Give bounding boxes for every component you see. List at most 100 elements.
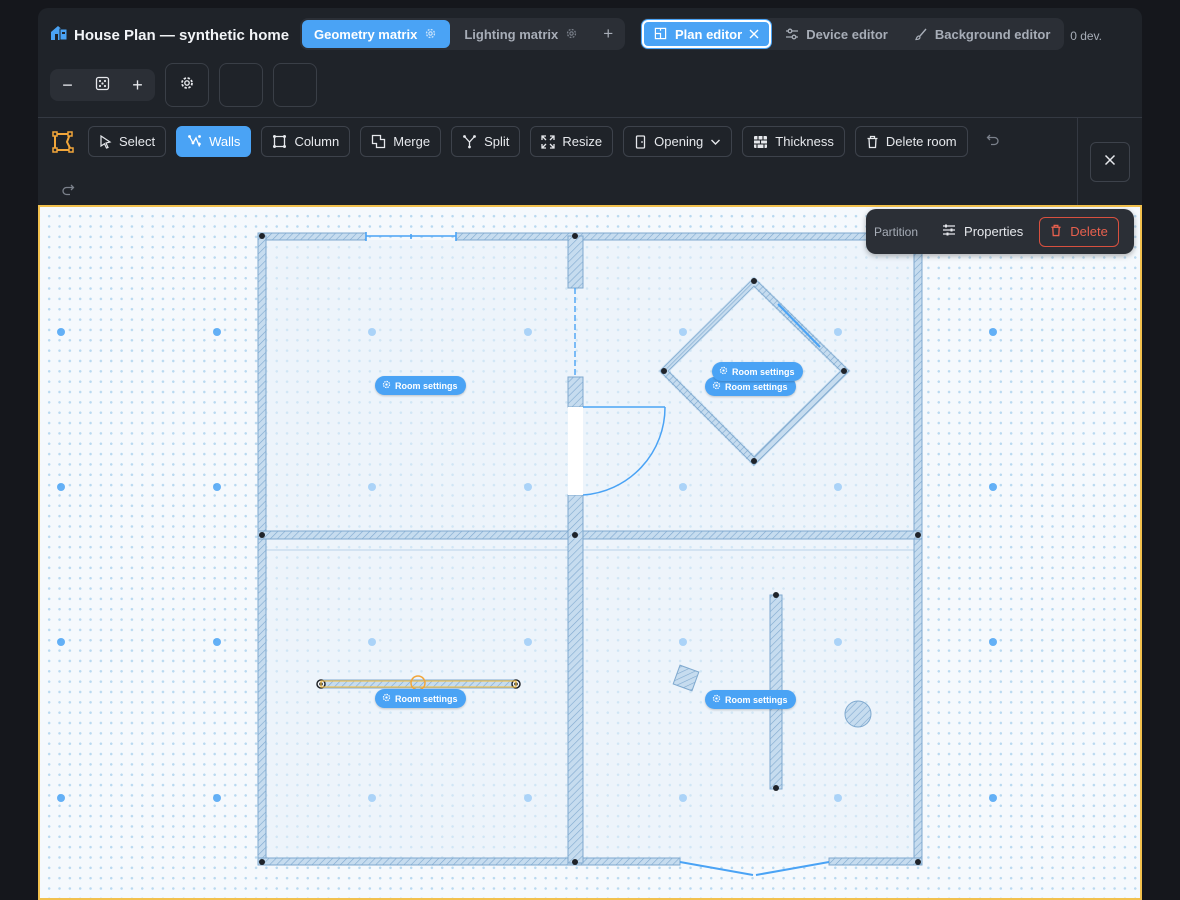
room-settings-button[interactable]: Room settings [375,689,466,708]
delete-room-button[interactable]: Delete room [854,126,968,157]
gear-icon [712,381,721,392]
house-icon [50,24,68,47]
zoom-out-button[interactable]: − [50,69,85,101]
tab-label: Lighting matrix [464,26,559,42]
empty-slot-button[interactable] [273,63,317,107]
thickness-tool-button[interactable]: Thickness [742,126,845,157]
room-settings-button[interactable]: Room settings [705,690,796,709]
tab-device-editor[interactable]: Device editor [773,20,900,48]
tab-geometry-matrix[interactable]: Geometry matrix [302,20,451,48]
tab-label: Device editor [806,26,888,42]
tool-label: Opening [654,134,704,149]
merge-icon [371,134,386,149]
fit-view-button[interactable] [85,69,120,101]
zoom-group: − + [50,69,155,101]
header: House Plan — synthetic home Geometry mat… [38,8,1142,64]
double-door-opening[interactable] [679,861,830,876]
room-settings-button[interactable]: Room settings [375,376,466,395]
empty-slot-button[interactable] [219,63,263,107]
close-icon[interactable] [749,27,759,42]
column-tool-button[interactable]: Column [261,126,351,157]
gear-icon [382,380,391,391]
pill-label: Room settings [732,366,795,377]
column-icon [272,134,287,149]
bricks-icon [753,135,768,149]
house-footprint [266,240,919,862]
walls-tool-button[interactable]: Walls [176,126,252,157]
tool-row: Select Walls Column Merge Split Resize O… [48,126,1008,157]
door-icon [634,134,647,149]
tool-label: Thickness [775,134,834,149]
device-count: 0 dev. [1070,29,1102,43]
redo-icon [61,182,75,201]
floor-plan[interactable] [38,205,1142,900]
tab-background-editor[interactable]: Background editor [902,20,1063,48]
redo-button[interactable] [53,176,83,206]
delete-partition-button[interactable]: Delete [1039,216,1119,247]
sliders-icon [942,223,956,240]
tool-label: Split [484,134,510,149]
sliders-icon [785,27,799,41]
pill-label: Room settings [725,381,788,392]
plus-icon: + [603,24,614,43]
pill-label: Room settings [725,694,788,705]
gear-icon [712,694,721,705]
gear-icon [719,366,728,377]
undo-button[interactable] [978,126,1008,157]
cursor-icon [99,134,112,149]
trash-icon [1050,224,1062,240]
app-title: House Plan — synthetic home [74,27,290,44]
gear-icon[interactable] [424,27,438,41]
tool-label: Walls [209,134,241,149]
brand: House Plan — synthetic home [50,24,289,47]
brush-icon [914,27,928,41]
tool-label: Select [119,134,156,149]
opening-dropdown[interactable]: Opening [623,126,733,157]
tab-label: Background editor [934,26,1051,42]
fit-icon [95,75,110,96]
pill-label: Room settings [395,693,458,704]
editor-tabs: Plan editor Device editor Background edi… [640,18,1065,50]
split-tool-button[interactable]: Split [451,126,521,157]
plan-toolbar: Select Walls Column Merge Split Resize O… [38,118,1078,205]
tab-plan-editor[interactable]: Plan editor [642,20,772,48]
matrix-tabs: Geometry matrix Lighting matrix + [300,18,626,50]
select-tool-button[interactable]: Select [88,126,167,157]
tab-label: Geometry matrix [314,26,418,42]
trash-icon [866,135,879,149]
plan-icon [654,27,668,41]
undo-icon [986,132,1000,151]
split-icon [462,134,477,149]
close-icon [1104,153,1116,171]
app-window: House Plan — synthetic home Geometry mat… [38,8,1142,900]
zoom-in-button[interactable]: + [120,69,155,101]
walls-icon [187,134,202,149]
merge-tool-button[interactable]: Merge [360,126,442,157]
chevron-down-icon [710,138,721,146]
gear-icon[interactable] [565,27,579,41]
pill-label: Room settings [395,380,458,391]
resize-icon [541,134,556,149]
popover-title: Partition [874,224,919,239]
tool-label: Delete room [885,134,957,149]
button-label: Delete [1070,224,1108,239]
room-settings-button[interactable]: Room settings [712,362,803,381]
tab-label: Plan editor [675,26,743,42]
gear-icon [179,75,195,96]
add-tab-button[interactable]: + [593,20,623,48]
tab-lighting-matrix[interactable]: Lighting matrix [452,20,591,48]
shape-tool-icon[interactable] [48,126,78,157]
zoom-controls: − + [50,63,317,107]
properties-button[interactable]: Properties [932,217,1033,247]
settings-button[interactable] [165,63,209,107]
tool-label: Merge [393,134,431,149]
gear-icon [382,693,391,704]
column[interactable] [844,700,872,728]
divider [1077,118,1078,205]
plan-canvas[interactable]: Room settings Room settings Room setting… [38,205,1142,900]
tool-label: Resize [562,134,603,149]
window-opening[interactable] [365,232,457,241]
close-editor-button[interactable] [1090,142,1130,182]
button-label: Properties [964,224,1024,239]
resize-tool-button[interactable]: Resize [530,126,614,157]
